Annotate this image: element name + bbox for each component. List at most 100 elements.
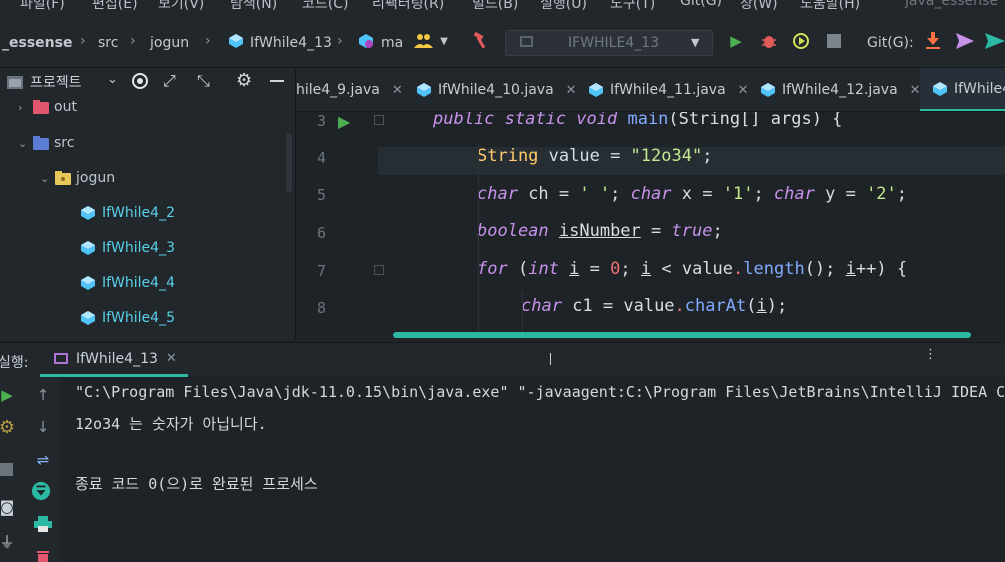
close-icon[interactable]: ✕ xyxy=(566,83,577,98)
menu-window[interactable]: 창(W) xyxy=(740,0,778,13)
breadcrumb-method[interactable]: ma xyxy=(381,35,403,51)
print-icon[interactable] xyxy=(33,514,53,534)
arrow-up-icon[interactable]: ↑ xyxy=(33,385,53,405)
line-number: 7 xyxy=(316,262,326,280)
caret-down-icon: ▼ xyxy=(691,36,700,49)
coverage-icon[interactable] xyxy=(791,31,811,51)
run-tab[interactable]: IfWhile4_13 ✕ xyxy=(40,343,188,377)
code-line-5: char ch = ' '; char x = '1'; char y = '2… xyxy=(477,184,908,204)
breadcrumb-project[interactable]: _essense xyxy=(2,35,72,51)
expand-icon[interactable]: ⤢ xyxy=(163,71,176,91)
close-icon[interactable]: ✕ xyxy=(166,351,177,366)
close-icon[interactable]: ✕ xyxy=(910,83,921,98)
code-line-4: String value = "12o34"; xyxy=(477,146,713,166)
tab-label: IfWhile4_12.java xyxy=(782,82,898,98)
menu-build[interactable]: 빌드(B) xyxy=(472,0,518,13)
breadcrumb-src[interactable]: src xyxy=(98,35,118,51)
java-class-icon xyxy=(226,31,246,51)
code-editor[interactable]: 3 ▶ 4 5 6 7 8 public static void main(St… xyxy=(296,112,1005,342)
tree-item-src[interactable]: ⌄ src xyxy=(18,131,74,155)
scroll-to-end-icon[interactable] xyxy=(31,481,51,501)
project-folder-icon xyxy=(6,74,24,94)
run-panel-header: 실행: IfWhile4_13 ✕ ⋮ xyxy=(0,343,1005,377)
scrollbar[interactable] xyxy=(286,133,292,193)
close-icon[interactable]: ✕ xyxy=(392,83,403,98)
debug-icon[interactable] xyxy=(759,31,779,51)
menu-view[interactable]: 보기(V) xyxy=(158,0,204,13)
tree-item-class[interactable]: IfWhile4_5 xyxy=(80,306,175,330)
run-configuration-label: IFWHILE4_13 xyxy=(568,35,660,51)
indent-guide xyxy=(478,142,479,332)
git-commit-icon[interactable] xyxy=(985,31,1005,51)
text-cursor xyxy=(550,353,551,365)
horizontal-scrollbar[interactable] xyxy=(393,332,971,338)
chevron-right-icon: › xyxy=(130,33,136,49)
git-push-icon[interactable] xyxy=(955,31,975,51)
user-group-icon[interactable] xyxy=(414,31,434,51)
tree-item-out[interactable]: › out xyxy=(18,95,77,119)
breadcrumb-jogun[interactable]: jogun xyxy=(150,35,189,51)
tree-item-class[interactable]: IfWhile4_4 xyxy=(80,271,175,295)
soft-wrap-icon[interactable]: ⇌ xyxy=(33,450,53,470)
chevron-down-icon[interactable]: ⌄ xyxy=(107,72,118,87)
project-panel: 프로젝트 ⌄ ⤢ ⤡ ⚙ › out ⌄ src ⌄ jogun IfWhile… xyxy=(0,68,296,340)
run-panel: 실행: IfWhile4_13 ✕ ⋮ ▶ ↑ ⚙ ↓ ⇌ ◙ ⏚ "C:\Pr… xyxy=(0,342,1005,562)
tab-ifwhile4-10[interactable]: IfWhile4_10.java ✕ xyxy=(416,68,577,111)
console-output-line: 종료 코드 0(으)로 완료된 프로세스 xyxy=(75,475,318,493)
plug-icon[interactable]: ⏚ xyxy=(0,531,17,551)
tab-ifwhile4-13[interactable]: IfWhile4 xyxy=(920,68,1005,111)
window-icon xyxy=(520,36,533,47)
stop-icon[interactable] xyxy=(0,463,13,476)
more-options-icon[interactable]: ⋮ xyxy=(924,347,937,362)
fold-marker-icon[interactable] xyxy=(374,265,384,275)
menu-bar: 파일(F) 편집(E) 보기(V) 탐색(N) 코드(C) 리팩터링(R) 빌드… xyxy=(0,0,1005,14)
line-number: 8 xyxy=(316,299,326,317)
tree-item-jogun[interactable]: ⌄ jogun xyxy=(40,166,115,190)
run-icon[interactable]: ▶ xyxy=(726,31,746,51)
arrow-down-icon[interactable]: ↓ xyxy=(33,417,53,437)
menu-file[interactable]: 파일(F) xyxy=(20,0,65,13)
target-icon[interactable] xyxy=(131,72,149,94)
hammer-build-icon[interactable] xyxy=(470,31,490,51)
menu-run[interactable]: 실행(U) xyxy=(540,0,587,13)
gear-icon[interactable]: ⚙ xyxy=(236,70,252,91)
menu-git[interactable]: Git(G) xyxy=(680,0,722,9)
run-configuration-select[interactable]: IFWHILE4_13 ▼ xyxy=(505,30,713,56)
caret-down-icon[interactable]: ▼ xyxy=(434,31,454,51)
tree-item-label: IfWhile4_4 xyxy=(102,275,175,291)
camera-icon[interactable]: ◙ xyxy=(0,497,17,517)
gear-icon[interactable]: ⚙ xyxy=(0,417,17,438)
minimize-icon[interactable] xyxy=(270,80,284,82)
trash-icon[interactable] xyxy=(33,547,53,562)
tab-ifwhile4-11[interactable]: IfWhile4_11.java ✕ xyxy=(588,68,749,111)
tab-ifwhile4-9[interactable]: hile4_9.java ✕ xyxy=(296,68,403,111)
console-output-line: "C:\Program Files\Java\jdk-11.0.15\bin\j… xyxy=(75,383,1005,401)
run-gutter-icon[interactable]: ▶ xyxy=(338,112,350,131)
tree-item-class[interactable]: IfWhile4_3 xyxy=(80,236,175,260)
tree-item-class[interactable]: IfWhile4_2 xyxy=(80,201,175,225)
project-panel-title[interactable]: 프로젝트 xyxy=(30,72,82,92)
tab-label: hile4_9.java xyxy=(296,82,380,98)
breadcrumb-class[interactable]: IfWhile4_13 xyxy=(250,35,332,51)
navigation-bar: _essense › src › jogun › IfWhile4_13 › m… xyxy=(0,14,1005,68)
fold-marker-icon[interactable] xyxy=(374,115,384,125)
git-update-icon[interactable] xyxy=(923,31,943,51)
collapse-icon[interactable]: ⤡ xyxy=(197,71,210,91)
close-icon[interactable]: ✕ xyxy=(738,83,749,98)
tab-ifwhile4-12[interactable]: IfWhile4_12.java ✕ xyxy=(760,68,921,111)
run-tab-label: IfWhile4_13 xyxy=(76,350,158,367)
chevron-down-icon: ⌄ xyxy=(40,171,50,185)
menu-help[interactable]: 도움말(H) xyxy=(800,0,860,13)
java-class-icon xyxy=(80,240,96,256)
java-class-icon xyxy=(80,310,96,326)
tab-label: IfWhile4_11.java xyxy=(610,82,726,98)
java-class-icon xyxy=(760,82,776,98)
menu-code[interactable]: 코드(C) xyxy=(302,0,348,13)
menu-edit[interactable]: 편집(E) xyxy=(92,0,138,13)
menu-navigate[interactable]: 탐색(N) xyxy=(230,0,277,13)
menu-refactor[interactable]: 리팩터링(R) xyxy=(372,0,444,13)
rerun-icon[interactable]: ▶ xyxy=(0,385,17,405)
tree-item-label: out xyxy=(54,99,77,115)
stop-icon[interactable] xyxy=(824,31,844,51)
menu-tools[interactable]: 도구(T) xyxy=(610,0,655,13)
